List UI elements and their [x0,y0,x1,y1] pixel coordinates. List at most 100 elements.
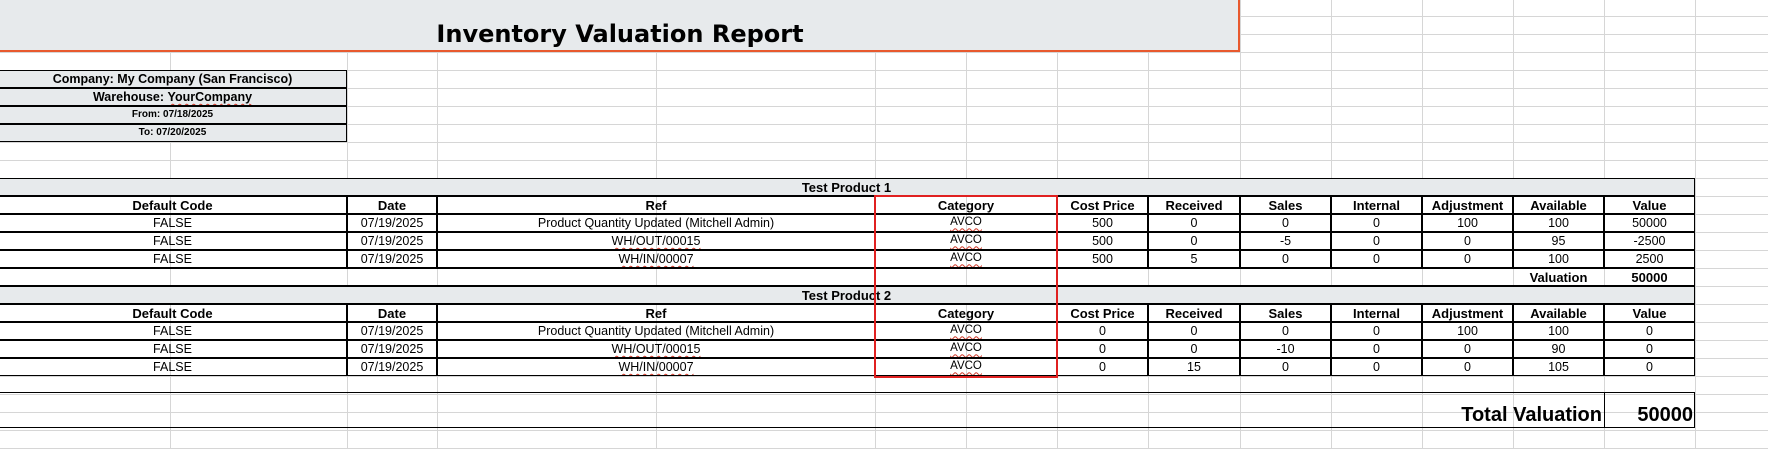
report-title: Inventory Valuation Report [436,20,804,48]
table-cell-available: 95 [1513,232,1604,250]
table-cell-available: 100 [1513,214,1604,232]
valuation-value: 50000 [1631,269,1668,285]
warehouse-name: YourCompany [167,89,253,104]
table-cell-sales: -5 [1240,232,1331,250]
table-cell-ref: WH/IN/00007 [437,250,875,268]
table-cell-value: 0 [1604,358,1695,376]
table-cell-adjustment: 0 [1422,340,1513,358]
table-cell-value: 0 [1604,340,1695,358]
table-cell-value: 2500 [1604,250,1695,268]
grid-row-line [0,142,1768,143]
table-cell-date: 07/19/2025 [347,340,437,358]
table-cell-default-code: FALSE [0,250,347,268]
column-header-available: Available [1513,304,1604,322]
valuation-row [0,268,1695,286]
table-cell-available: 100 [1513,322,1604,340]
table-cell-ref: WH/OUT/00015 [437,340,875,358]
table-cell-internal: 0 [1331,214,1422,232]
column-header-adjustment: Adjustment [1422,304,1513,322]
column-header-sales: Sales [1240,196,1331,214]
table-cell-received: 0 [1148,322,1240,340]
column-header-received: Received [1148,304,1240,322]
table-cell-sales: -10 [1240,340,1331,358]
table-cell-category: AVCO [875,232,1057,250]
grid-row-line [0,52,1768,53]
table-cell-ref: Product Quantity Updated (Mitchell Admin… [437,322,875,340]
table-cell-adjustment: 100 [1422,214,1513,232]
table-cell-default-code: FALSE [0,340,347,358]
date-to-label: To: 07/20/2025 [0,124,347,142]
table-cell-internal: 0 [1331,340,1422,358]
column-header-category: Category [875,196,1057,214]
table-cell-internal: 0 [1331,358,1422,376]
table-cell-internal: 0 [1331,322,1422,340]
column-header-adjustment: Adjustment [1422,196,1513,214]
table-cell-received: 0 [1148,340,1240,358]
grid-row-line [0,430,1768,431]
column-header-sales: Sales [1240,304,1331,322]
table-cell-sales: 0 [1240,322,1331,340]
table-cell-default-code: FALSE [0,322,347,340]
table-cell-default-code: FALSE [0,358,347,376]
table-cell-available: 100 [1513,250,1604,268]
table-cell-adjustment: 100 [1422,322,1513,340]
valuation-label: Valuation [1529,269,1588,285]
grid-row-line [0,160,1768,161]
grid-column-line [1695,0,1696,449]
table-cell-received: 5 [1148,250,1240,268]
column-header-cost-price: Cost Price [1057,196,1148,214]
table-cell-cost-price: 500 [1057,214,1148,232]
total-value-divider [1604,392,1605,428]
table-cell-received: 0 [1148,214,1240,232]
table-cell-date: 07/19/2025 [347,322,437,340]
table-cell-category: AVCO [875,322,1057,340]
column-header-default-code: Default Code [0,196,347,214]
column-header-cost-price: Cost Price [1057,304,1148,322]
table-cell-cost-price: 0 [1057,358,1148,376]
table-cell-category: AVCO [875,340,1057,358]
table-cell-cost-price: 0 [1057,340,1148,358]
table-cell-received: 0 [1148,232,1240,250]
table-cell-adjustment: 0 [1422,358,1513,376]
total-valuation-label: Total Valuation [1461,404,1602,426]
table-cell-value: 50000 [1604,214,1695,232]
table-cell-date: 07/19/2025 [347,358,437,376]
table-cell-value: 0 [1604,322,1695,340]
table-cell-internal: 0 [1331,250,1422,268]
table-cell-internal: 0 [1331,232,1422,250]
table-cell-cost-price: 500 [1057,250,1148,268]
table-cell-date: 07/19/2025 [347,214,437,232]
column-header-date: Date [347,196,437,214]
warehouse-label: Warehouse: YourCompany [0,88,347,106]
table-cell-value: -2500 [1604,232,1695,250]
table-cell-date: 07/19/2025 [347,250,437,268]
table-cell-adjustment: 0 [1422,250,1513,268]
table-cell-date: 07/19/2025 [347,232,437,250]
table-cell-default-code: FALSE [0,232,347,250]
table-cell-adjustment: 0 [1422,232,1513,250]
table-cell-sales: 0 [1240,358,1331,376]
warehouse-prefix: Warehouse: [92,89,168,104]
table-cell-available: 90 [1513,340,1604,358]
table-cell-ref: WH/IN/00007 [437,358,875,376]
column-header-received: Received [1148,196,1240,214]
column-header-internal: Internal [1331,304,1422,322]
table-cell-default-code: FALSE [0,214,347,232]
column-header-default-code: Default Code [0,304,347,322]
column-header-category: Category [875,304,1057,322]
table-cell-ref: Product Quantity Updated (Mitchell Admin… [437,214,875,232]
column-header-internal: Internal [1331,196,1422,214]
column-header-value: Value [1604,304,1695,322]
table-cell-received: 15 [1148,358,1240,376]
table-cell-available: 105 [1513,358,1604,376]
company-label: Company: My Company (San Francisco) [0,70,347,88]
column-header-ref: Ref [437,196,875,214]
table-cell-category: AVCO [875,214,1057,232]
date-from-label: From: 07/18/2025 [0,106,347,124]
product-name-row: Test Product 1 [0,178,1695,196]
table-cell-cost-price: 500 [1057,232,1148,250]
table-cell-sales: 0 [1240,250,1331,268]
column-header-ref: Ref [437,304,875,322]
column-header-available: Available [1513,196,1604,214]
table-cell-cost-price: 0 [1057,322,1148,340]
